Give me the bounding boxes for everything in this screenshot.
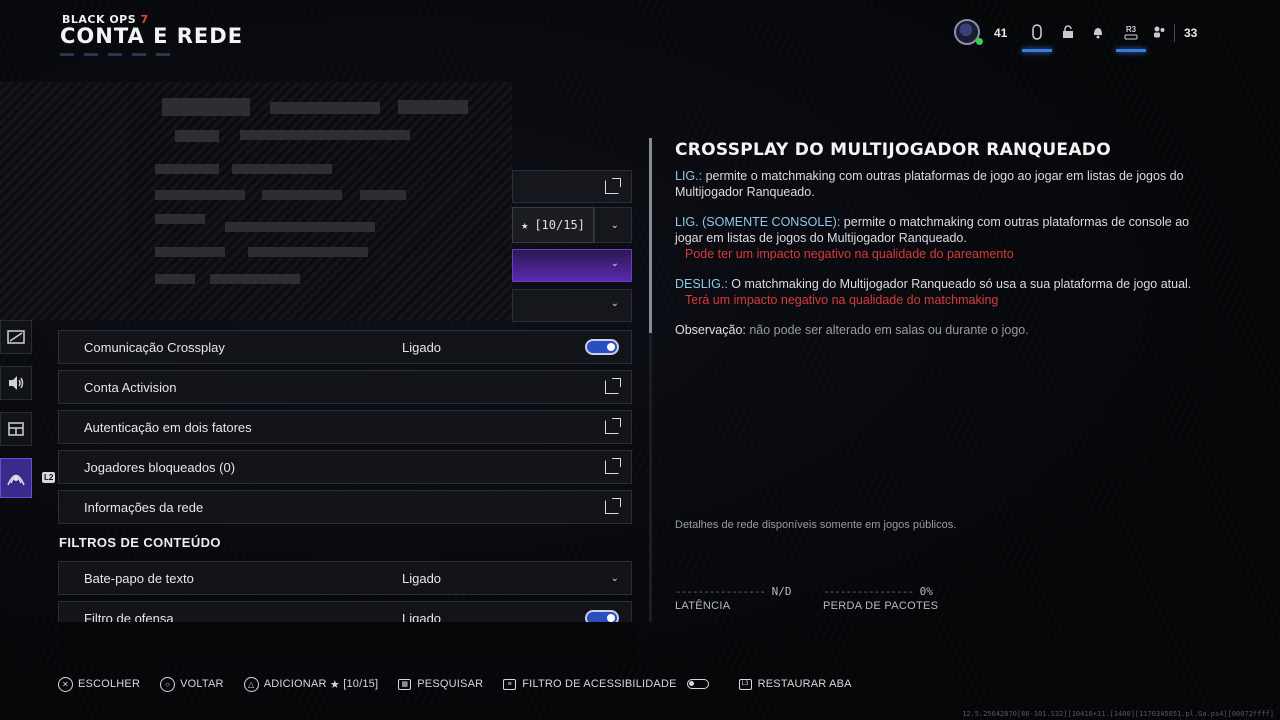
account-network-icon <box>7 474 25 486</box>
accessibility-filter-toggle[interactable] <box>686 679 709 689</box>
bell-icon[interactable] <box>1089 23 1107 41</box>
note-text: não pode ser alterado em salas ou durant… <box>745 323 1029 337</box>
favorite-counter[interactable]: ★ [10/15] <box>512 207 594 243</box>
favorite-count: [10/15] <box>534 218 585 232</box>
cross-button-icon: ✕ <box>58 676 73 692</box>
hint-accessibility-filter[interactable]: ≡ FILTRO DE ACESSIBILIDADE <box>503 678 676 690</box>
chevron-down-icon: ⌄ <box>610 298 619 309</box>
hint-search[interactable]: ▦ PESQUISAR <box>398 678 483 690</box>
setting-row-crossplay-communication[interactable]: Comunicação Crossplay Ligado <box>58 330 632 364</box>
note-key: Observação: <box>675 323 746 337</box>
hint-back[interactable]: ○ VOLTAR <box>160 676 224 692</box>
hidden-setting-row-2[interactable]: ⌄ <box>594 207 632 243</box>
circle-button-icon: ○ <box>160 676 176 692</box>
lock-icon[interactable] <box>1059 23 1077 41</box>
setting-row-two-factor[interactable]: Autenticação em dois fatores <box>58 410 632 444</box>
chevron-down-icon: ⌄ <box>610 572 619 584</box>
title-underline <box>60 53 180 56</box>
external-link-icon <box>605 498 621 514</box>
description-on: LIG.: permite o matchmaking com outras p… <box>675 168 1215 200</box>
external-link-icon <box>605 378 621 394</box>
triangle-button-icon: △ <box>243 676 259 692</box>
off-text: O matchmaking do Multijogador Ranqueado … <box>727 277 1192 291</box>
setting-label: Informações da rede <box>84 499 204 515</box>
r3-icon[interactable]: R3 <box>1116 23 1146 52</box>
setting-label: Conta Activision <box>84 379 177 395</box>
chevron-down-icon: ⌄ <box>610 258 619 269</box>
options-icon[interactable] <box>1022 23 1052 52</box>
on-key: LIG.: <box>675 169 703 183</box>
setting-label: Bate-papo de texto <box>84 570 194 586</box>
setting-row-text-chat[interactable]: Bate-papo de texto Ligado ⌄ <box>58 561 632 595</box>
on-text: permite o matchmaking com outras platafo… <box>675 169 1184 199</box>
online-status-dot <box>976 38 983 45</box>
setting-label: Autenticação em dois fatores <box>84 419 252 435</box>
options-button-icon: ≡ <box>503 678 517 690</box>
off-key: DESLIG.: <box>675 277 728 291</box>
console-key: LIG. (SOMENTE CONSOLE): <box>675 215 841 229</box>
sidenav-audio[interactable] <box>0 366 32 400</box>
settings-scrollbar[interactable] <box>649 138 652 622</box>
player-level: 41 <box>994 26 1008 40</box>
graphics-icon <box>7 330 25 344</box>
latency-value: N/D <box>771 585 792 598</box>
l2-button-hint: L2 <box>42 472 56 483</box>
build-string: 12.5.25642870[86-101.132][10416+11.[1400… <box>962 710 1274 718</box>
description-panel: CROSSPLAY DO MULTIJOGADOR RANQUEADO LIG.… <box>675 140 1215 352</box>
setting-value: Ligado <box>402 339 442 355</box>
l3-button-icon: L3 <box>738 678 752 690</box>
crossplay-communication-toggle[interactable] <box>585 339 619 355</box>
sidenav-account-network[interactable] <box>0 458 32 498</box>
setting-label: Jogadores bloqueados (0) <box>84 459 236 475</box>
setting-row-activision-account[interactable]: Conta Activision <box>58 370 632 404</box>
console-warning: Pode ter um impacto negativo na qualidad… <box>685 247 1014 261</box>
packet-loss-value: 0% <box>919 585 933 598</box>
description-console: LIG. (SOMENTE CONSOLE): permite o matchm… <box>675 214 1215 262</box>
latency-stat: ---------------- N/D LATÊNCIA <box>675 585 792 612</box>
description-title: CROSSPLAY DO MULTIJOGADOR RANQUEADO <box>675 140 1111 160</box>
page-title: CONTA E REDE <box>60 24 244 48</box>
touchpad-icon: ▦ <box>398 678 412 690</box>
hint-choose[interactable]: ✕ ESCOLHER <box>58 676 140 692</box>
blurred-content-panel <box>0 82 512 320</box>
footer-hints: ✕ ESCOLHER ○ VOLTAR △ ADICIONAR ★ [10/15] ▦… <box>58 674 872 694</box>
setting-row-network-info[interactable]: Informações da rede <box>58 490 632 524</box>
hidden-setting-row-3[interactable]: ⌄ <box>512 289 632 322</box>
external-link-icon <box>605 458 621 474</box>
chevron-down-icon: ⌄ <box>610 220 619 231</box>
latency-label: LATÊNCIA <box>675 600 731 612</box>
hint-restore-tab[interactable]: L3 RESTAURAR ABA <box>738 678 852 690</box>
friends-online-count: 33 <box>1184 26 1198 40</box>
star-icon: ★ <box>521 218 529 232</box>
audio-icon <box>9 376 24 390</box>
topbar-divider <box>1174 24 1175 42</box>
packet-loss-label: PERDA DE PACOTES <box>823 600 939 612</box>
packet-loss-stat: ---------------- 0% PERDA DE PACOTES <box>823 585 939 612</box>
hidden-setting-row-1[interactable] <box>512 170 632 203</box>
hidden-setting-row-selected[interactable]: ⌄ <box>512 249 632 282</box>
description-off: DESLIG.: O matchmaking do Multijogador R… <box>675 276 1215 308</box>
external-link-icon <box>605 178 621 194</box>
hint-add[interactable]: △ ADICIONAR ★ [10/15] <box>243 676 379 692</box>
top-status-bar: 41 R3 33 <box>952 18 1222 52</box>
off-warning: Terá um impacto negativo na qualidade do… <box>685 293 999 307</box>
scrollbar-thumb[interactable] <box>649 138 652 333</box>
description-note: Observação: não pode ser alterado em sal… <box>675 322 1215 338</box>
interface-icon <box>8 422 24 436</box>
network-note: Detalhes de rede disponíveis somente em … <box>675 519 957 531</box>
setting-label: Comunicação Crossplay <box>84 339 225 355</box>
list-clip-mask <box>58 622 638 662</box>
external-link-icon <box>605 418 621 434</box>
content-filters-heading: FILTROS DE CONTEÚDO <box>59 535 221 550</box>
sidenav-interface[interactable] <box>0 412 32 446</box>
sidenav-graphics[interactable] <box>0 320 32 354</box>
friends-icon[interactable] <box>1150 23 1168 41</box>
setting-value: Ligado <box>402 570 442 586</box>
star-icon: ★ <box>329 678 340 691</box>
setting-row-blocked-players[interactable]: Jogadores bloqueados (0) <box>58 450 632 484</box>
